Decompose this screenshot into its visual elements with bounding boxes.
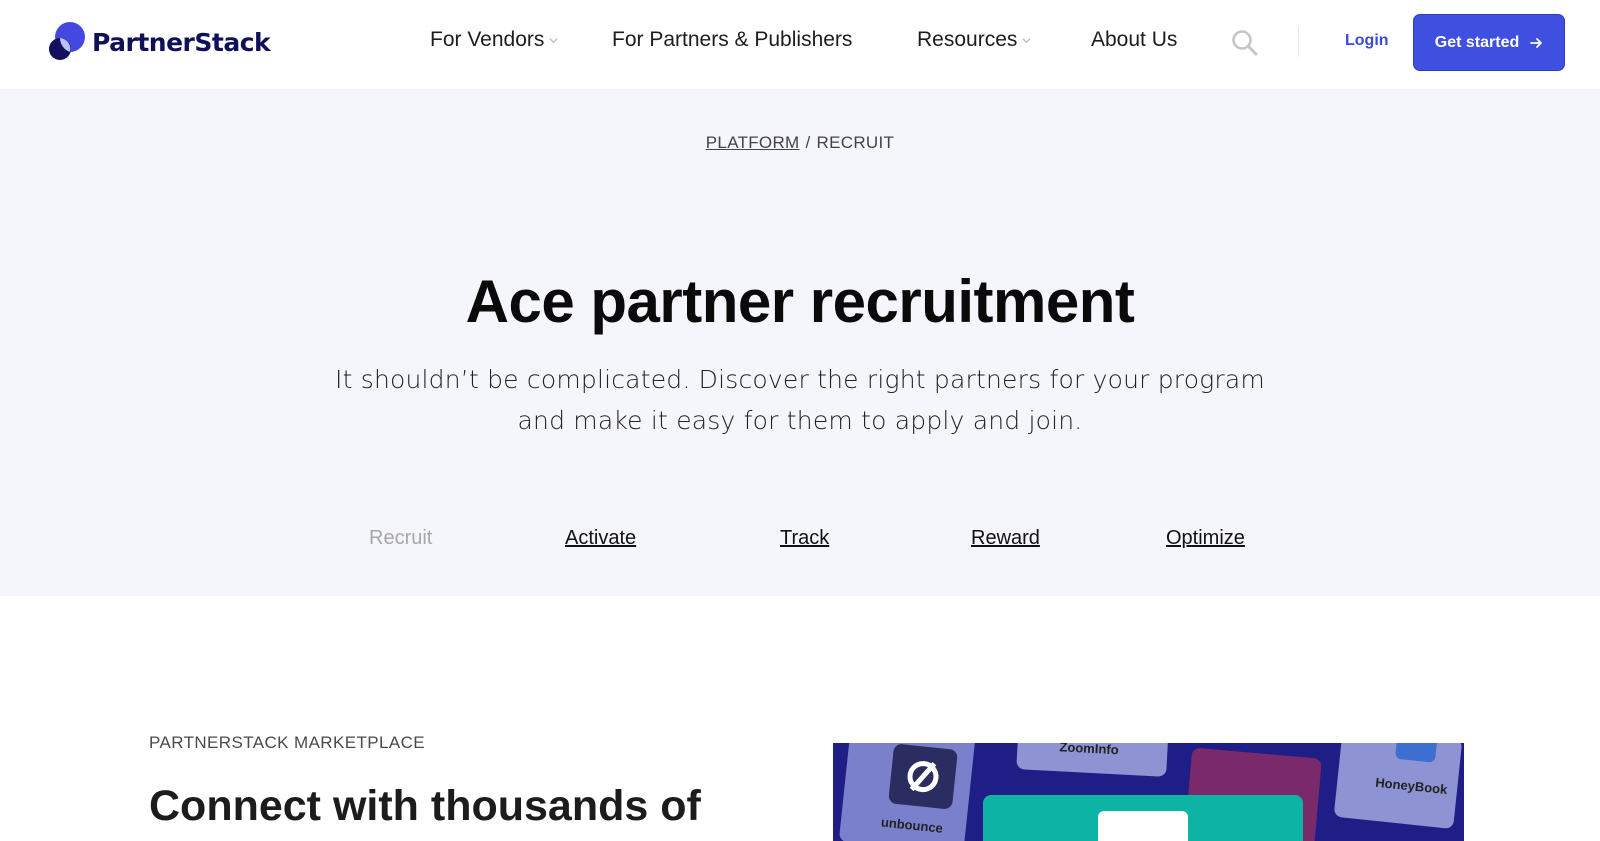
breadcrumb-current: RECRUIT <box>816 133 895 152</box>
nav-label: About Us <box>1091 28 1178 51</box>
nav-for-partners-publishers[interactable]: For Partners & Publishers <box>612 28 852 52</box>
search-icon[interactable] <box>1231 29 1259 57</box>
chevron-down-icon <box>549 37 558 43</box>
login-link[interactable]: Login <box>1345 32 1389 50</box>
brand-name: PartnerStack <box>92 27 271 57</box>
marketplace-illustration: unbounce ZoomInfo HoneyBook <box>833 743 1464 841</box>
page-title: Ace partner recruitment <box>465 268 1135 335</box>
get-started-button[interactable]: Get started <box>1413 14 1565 71</box>
unbounce-logo-icon <box>888 743 958 810</box>
nav-label: For Vendors <box>430 28 545 51</box>
partner-card-zoominfo: ZoomInfo <box>1016 743 1170 777</box>
partner-card-honeybook: HoneyBook <box>1333 743 1463 830</box>
marketplace-icon <box>1098 811 1188 841</box>
section-eyebrow: PARTNERSTACK MARKETPLACE <box>149 733 425 752</box>
nav-about-us[interactable]: About Us <box>1091 28 1177 52</box>
hero-subtitle: It shouldn’t be complicated. Discover th… <box>335 365 1265 435</box>
hero-section: PLATFORM / RECRUIT Ace partner recruitment… <box>0 89 1600 596</box>
partnerstack-logo-icon <box>49 22 85 60</box>
breadcrumb-platform-link[interactable]: PLATFORM <box>706 133 800 152</box>
card-label: unbounce <box>880 814 944 836</box>
tab-optimize[interactable]: Optimize <box>1166 527 1245 550</box>
partner-card-unbounce: unbounce <box>838 743 977 841</box>
honeybook-logo-icon <box>1395 743 1439 763</box>
tab-activate[interactable]: Activate <box>565 527 636 550</box>
cta-label: Get started <box>1434 33 1520 51</box>
nav-label: Resources <box>917 28 1018 51</box>
nav-divider <box>1298 27 1299 57</box>
breadcrumb-separator: / <box>805 133 811 152</box>
section-title: Connect with thousands of <box>149 782 701 830</box>
tab-recruit: Recruit <box>369 527 433 549</box>
site-header: PartnerStack For Vendors For Partners & … <box>0 0 1600 89</box>
marketplace-highlight-card <box>983 795 1303 841</box>
card-label: HoneyBook <box>1374 774 1449 798</box>
breadcrumb: PLATFORM / RECRUIT <box>0 133 1600 153</box>
card-label: ZoomInfo <box>1059 743 1120 758</box>
brand-logo[interactable]: PartnerStack <box>48 20 271 64</box>
tab-reward[interactable]: Reward <box>971 527 1040 550</box>
nav-resources[interactable]: Resources <box>917 28 1031 52</box>
chevron-down-icon <box>1022 37 1031 43</box>
nav-for-vendors[interactable]: For Vendors <box>430 28 558 52</box>
nav-label: For Partners & Publishers <box>612 28 853 51</box>
arrow-right-icon <box>1530 37 1543 48</box>
tab-track[interactable]: Track <box>780 527 829 550</box>
